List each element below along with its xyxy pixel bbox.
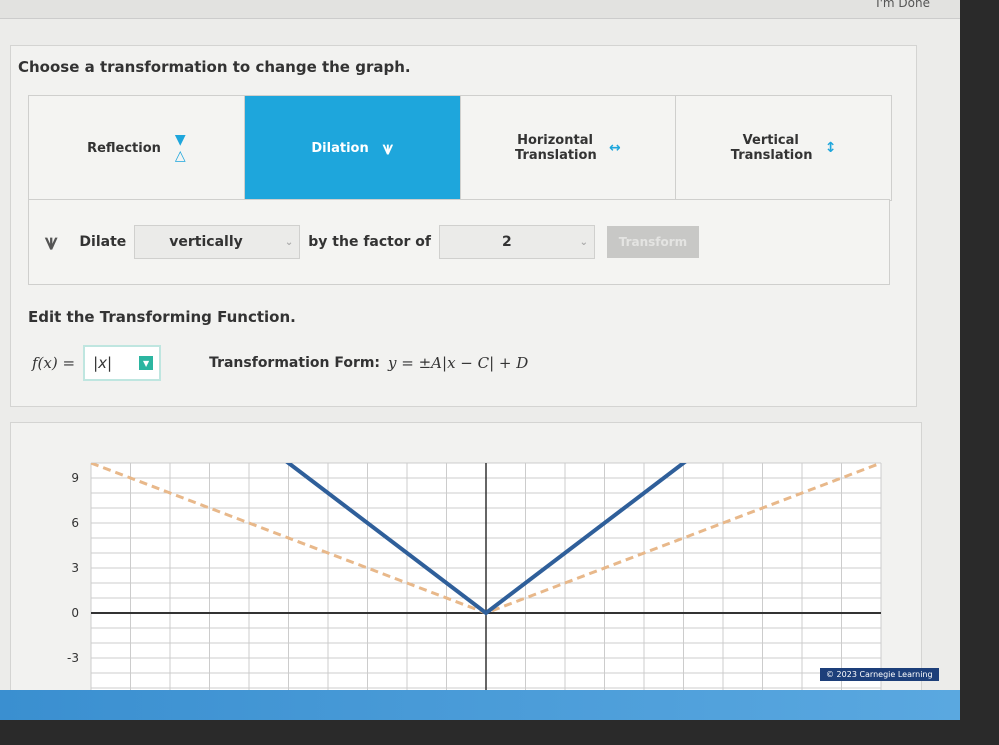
function-value: |x| (93, 354, 113, 372)
edit-heading: Edit the Transforming Function. (28, 308, 296, 326)
tab-label: Dilation (311, 140, 369, 156)
prompt-text: Choose a transformation to change the gr… (18, 58, 411, 76)
fx-label: f(x) = (32, 354, 76, 372)
function-row: f(x) = |x| ▼ Transformation Form: y = ±A|… (32, 345, 528, 381)
done-button[interactable]: I'm Done (876, 0, 930, 10)
tab-label: Reflection (87, 140, 161, 156)
taskbar (0, 690, 960, 720)
y-tick-label: 3 (71, 561, 79, 575)
vertical-arrows-icon: ↕ (824, 140, 837, 156)
dilation-icon: ⩛ (45, 229, 58, 255)
tab-label: Vertical Translation (730, 133, 813, 163)
function-select[interactable]: |x| ▼ (83, 345, 162, 381)
dilate-label: Dilate (79, 234, 127, 250)
graph-panel: 9630-3-6 (10, 422, 922, 710)
tab-vertical-translation[interactable]: Vertical Translation ↕ (676, 96, 891, 200)
y-tick-label: 9 (71, 471, 79, 485)
tab-reflection[interactable]: Reflection ▼ △ (29, 96, 245, 200)
factor-value: 2 (501, 234, 512, 250)
y-tick-label: -3 (67, 651, 79, 665)
graph[interactable]: 9630-3-6 (11, 423, 921, 710)
chevron-down-icon: ⌄ (579, 236, 588, 248)
factor-select[interactable]: 2 ⌄ (438, 225, 595, 259)
transformation-tabs: Reflection ▼ △ Dilation ⩛ Horizontal Transl… (28, 95, 892, 201)
chevron-down-icon: ⌄ (284, 236, 294, 248)
factor-label: by the factor of (308, 234, 431, 250)
y-tick-label: 6 (71, 516, 79, 530)
dilation-options: ⩛ Dilate vertically ⌄ by the factor of 2 ⌄… (28, 199, 890, 285)
y-tick-label: 0 (71, 606, 79, 620)
dilation-icon: ⩛ (382, 137, 393, 159)
tab-dilation[interactable]: Dilation ⩛ (244, 96, 461, 200)
direction-select[interactable]: vertically ⌄ (134, 225, 301, 259)
horizontal-arrows-icon: ↔ (609, 140, 621, 156)
direction-value: vertically (169, 234, 243, 250)
form-label: Transformation Form: (209, 355, 381, 371)
screen: I'm Done Choose a transformation to chan… (0, 0, 960, 710)
form-expression: y = ±A|x − C| + D (388, 354, 529, 372)
dropdown-icon: ▼ (139, 356, 154, 370)
tab-horizontal-translation[interactable]: Horizontal Translation ↔ (461, 96, 677, 200)
reflection-icon: ▼ △ (174, 132, 186, 164)
transform-button[interactable]: Transform (606, 226, 699, 258)
tab-label: Horizontal Translation (515, 133, 597, 163)
copyright: © 2023 Carnegie Learning (820, 668, 939, 681)
top-bar: I'm Done (0, 0, 960, 19)
